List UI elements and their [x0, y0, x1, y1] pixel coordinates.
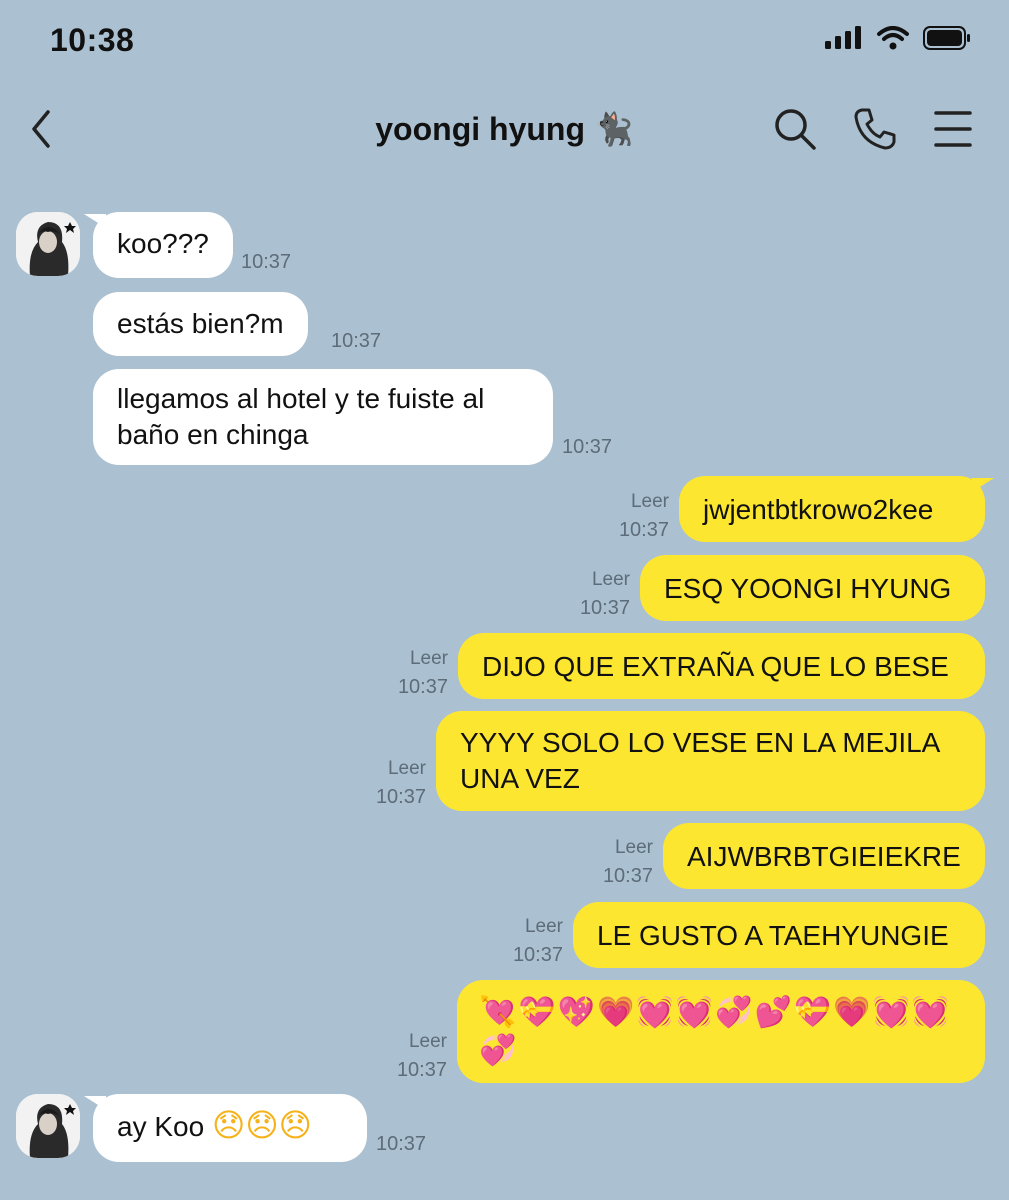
- search-button[interactable]: [770, 104, 820, 154]
- message-text-line: YYYY SOLO LO VESE EN LA MEJILA: [460, 727, 941, 758]
- message-meta: Leer 10:37: [376, 755, 426, 811]
- emoji-hearts-line: 💞: [479, 1033, 519, 1068]
- chat-header: yoongi hyung 🐈‍⬛: [0, 84, 1009, 174]
- read-receipt: Leer: [614, 837, 653, 858]
- message-time: 10:37: [579, 597, 630, 619]
- emoji-hearts-line: 💘💝💖💗💓💓💞💕💝💗💓💓: [479, 995, 952, 1030]
- status-bar: 10:38: [0, 0, 1009, 84]
- incoming-message-bubble[interactable]: estás bien?m: [93, 292, 308, 356]
- message-time: 10:37: [376, 1133, 427, 1155]
- message-time: 10:37: [396, 1059, 447, 1081]
- read-receipt: Leer: [387, 758, 426, 779]
- message-text-line: UNA VEZ: [460, 763, 580, 794]
- avatar-photo-icon: [16, 1094, 80, 1158]
- message-text: LE GUSTO A TAEHYUNGIE: [597, 920, 949, 951]
- contact-avatar[interactable]: [16, 212, 80, 276]
- call-button[interactable]: [850, 104, 900, 154]
- outgoing-message-bubble[interactable]: YYYY SOLO LO VESE EN LA MEJILA UNA VEZ: [436, 711, 985, 811]
- message-time: 10:37: [397, 676, 448, 698]
- outgoing-message-bubble[interactable]: jwjentbtkrowo2kee: [679, 476, 985, 542]
- message-text: jwjentbtkrowo2kee: [703, 494, 934, 525]
- message-meta: Leer 10:37: [513, 913, 563, 969]
- message-time: 10:37: [512, 944, 563, 966]
- message-time: 10:37: [241, 251, 292, 273]
- message-text: ESQ YOONGI HYUNG: [664, 573, 952, 604]
- sad-face-emojis: 😞😞😞: [211, 1107, 313, 1143]
- message-text-line: llegamos al hotel y te fuiste al: [117, 383, 485, 414]
- contact-avatar[interactable]: [16, 1094, 80, 1158]
- message-meta: Leer 10:37: [619, 488, 669, 544]
- message-text: DIJO QUE EXTRAÑA QUE LO BESE: [482, 651, 949, 682]
- message-text: koo???: [117, 228, 209, 259]
- message-meta: Leer 10:37: [397, 1028, 447, 1084]
- outgoing-message-bubble[interactable]: 💘💝💖💗💓💓💞💕💝💗💓💓 💞: [457, 980, 985, 1083]
- message-meta: Leer 10:37: [398, 645, 448, 701]
- avatar-photo-icon: [16, 212, 80, 276]
- message-time: 10:37: [331, 330, 382, 352]
- read-receipt: Leer: [630, 491, 669, 512]
- phone-icon: [854, 108, 896, 150]
- cellular-signal-icon: [825, 26, 861, 49]
- message-text: AIJWBRBTGIEIEKRE: [687, 841, 961, 872]
- read-receipt: Leer: [408, 1031, 447, 1052]
- battery-icon: [923, 26, 970, 50]
- incoming-message-bubble[interactable]: llegamos al hotel y te fuiste al baño en…: [93, 369, 553, 465]
- read-receipt: Leer: [409, 648, 448, 669]
- search-icon: [775, 109, 816, 150]
- read-receipt: Leer: [591, 569, 630, 590]
- incoming-message-bubble[interactable]: ay Koo 😞😞😞: [93, 1094, 367, 1162]
- menu-button[interactable]: [928, 104, 978, 154]
- message-time: 10:37: [618, 519, 669, 541]
- outgoing-message-bubble[interactable]: DIJO QUE EXTRAÑA QUE LO BESE: [458, 633, 985, 699]
- wifi-icon: [877, 26, 909, 50]
- incoming-message-bubble[interactable]: koo???: [93, 212, 233, 278]
- message-text-line: baño en chinga: [117, 419, 309, 450]
- read-receipt: Leer: [524, 916, 563, 937]
- hamburger-menu-icon: [934, 111, 972, 147]
- status-icons: [825, 26, 971, 50]
- message-text: ay Koo: [117, 1111, 205, 1142]
- message-time: 10:37: [375, 786, 426, 808]
- message-meta: Leer 10:37: [603, 834, 653, 890]
- message-time: 10:37: [562, 436, 613, 458]
- outgoing-message-bubble[interactable]: ESQ YOONGI HYUNG: [640, 555, 985, 621]
- outgoing-message-bubble[interactable]: LE GUSTO A TAEHYUNGIE: [573, 902, 985, 968]
- message-time: 10:37: [602, 865, 653, 887]
- outgoing-message-bubble[interactable]: AIJWBRBTGIEIEKRE: [663, 823, 985, 889]
- status-time: 10:38: [50, 22, 135, 58]
- message-text: estás bien?m: [117, 308, 284, 339]
- message-meta: Leer 10:37: [580, 566, 630, 622]
